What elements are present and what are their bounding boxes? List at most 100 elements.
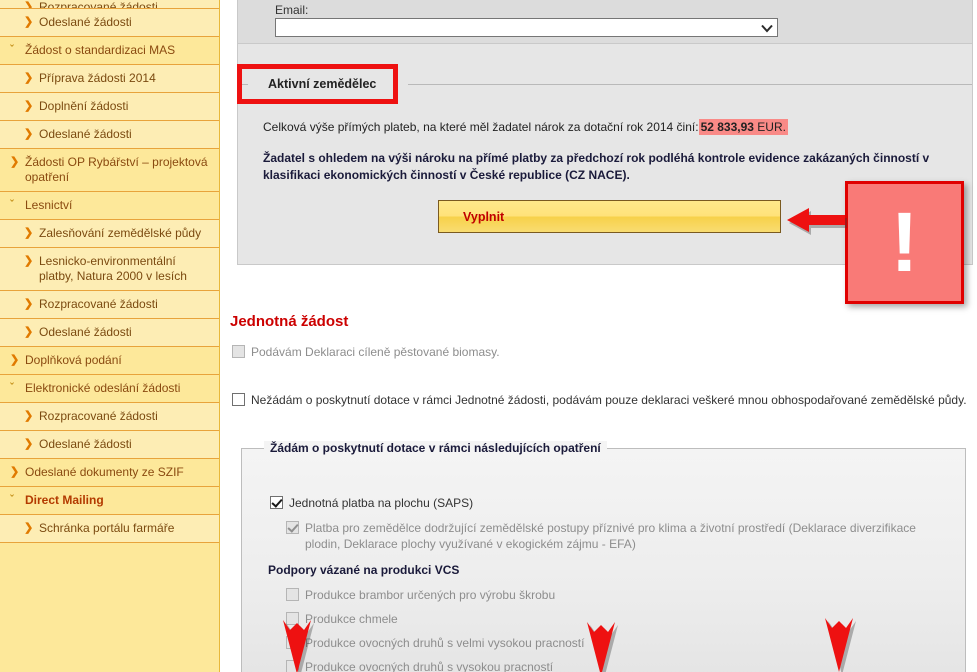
- sidebar-item-1[interactable]: ❯ Odeslané žádosti: [0, 9, 219, 37]
- sidebar-item-label: Direct Mailing: [25, 493, 104, 507]
- chevron-down-icon: ˇ: [10, 44, 14, 56]
- sidebar-item-6[interactable]: ❯ Žádosti OP Rybářství – projektová opatř…: [0, 149, 219, 192]
- amount-highlight: 52 833,93 EUR.: [698, 119, 788, 135]
- sidebar-item-label: Žádost o standardizaci MAS: [25, 43, 176, 57]
- greening-label: Platba pro zemědělce dodržující zeměděls…: [305, 521, 916, 551]
- sidebar-item-11[interactable]: ❯ Odeslané žádosti: [0, 319, 219, 347]
- no-subsidy-row[interactable]: Nežádám o poskytnutí dotace v rámci Jedn…: [232, 392, 967, 408]
- sidebar-item-label: Rozpracované žádosti: [39, 297, 158, 311]
- greening-checkbox: [286, 521, 299, 534]
- biomass-declaration-checkbox: [232, 345, 245, 358]
- sidebar-item-14[interactable]: ❯ Rozpracované žádosti: [0, 403, 219, 431]
- measures-legend: Žádám o poskytnutí dotace v rámci násled…: [264, 441, 607, 455]
- biomass-declaration-row[interactable]: Podávám Deklaraci cíleně pěstované bioma…: [232, 344, 500, 360]
- chevron-right-icon: ❯: [24, 1, 34, 9]
- sidebar-item-label: Odeslané dokumenty ze SZIF: [25, 465, 184, 479]
- saps-checkbox[interactable]: [270, 496, 283, 509]
- sidebar-item-5[interactable]: ❯ Odeslané žádosti: [0, 121, 219, 149]
- chevron-right-icon: ❯: [10, 354, 20, 366]
- vcs-label-0: Produkce brambor určených pro výrobu škr…: [305, 588, 556, 602]
- sidebar-item-13[interactable]: ˇ Elektronické odeslání žádosti: [0, 375, 219, 403]
- chevron-right-icon: ❯: [24, 438, 34, 450]
- sidebar-item-label: Doplňková podání: [25, 353, 122, 367]
- chevron-right-icon: ❯: [24, 16, 34, 28]
- sidebar-item-label: Odeslané žádosti: [39, 127, 132, 141]
- arrow-down-icon-2: [583, 622, 619, 672]
- chevron-right-icon: ❯: [24, 128, 34, 140]
- main-content: Email: Aktivní zemědělec Celková výše př…: [220, 0, 977, 672]
- sidebar-item-16[interactable]: ❯ Odeslané dokumenty ze SZIF: [0, 459, 219, 487]
- sidebar-item-12[interactable]: ❯ Doplňková podání: [0, 347, 219, 375]
- sidebar-item-label: Elektronické odeslání žádosti: [25, 381, 181, 395]
- sidebar-item-label: Lesnictví: [25, 198, 73, 212]
- nace-warning-text: Žadatel s ohledem na výši nároku na přím…: [263, 151, 930, 182]
- amount-value: 52 833,93: [700, 120, 754, 134]
- sidebar-item-label: Příprava žádosti 2014: [39, 71, 156, 85]
- sidebar-item-18[interactable]: ❯ Schránka portálu farmáře: [0, 515, 219, 543]
- page-root: ❯ Rozpracované žádosti ❯ Odeslané žádosti ˇ Ž…: [0, 0, 977, 672]
- sidebar-item-label: Odeslané žádosti: [39, 437, 132, 451]
- sidebar-item-3[interactable]: ❯ Příprava žádosti 2014: [0, 65, 219, 93]
- chevron-right-icon: ❯: [10, 466, 20, 478]
- chevron-down-icon: ˇ: [10, 494, 14, 506]
- sidebar-item-9[interactable]: ❯ Lesnicko-environmentální platby, Natura…: [0, 248, 219, 291]
- chevron-right-icon: ❯: [24, 410, 34, 422]
- no-subsidy-label: Nežádám o poskytnutí dotace v rámci Jedn…: [251, 393, 967, 407]
- vcs-row-2[interactable]: Produkce ovocných druhů s velmi vysokou …: [286, 635, 584, 651]
- saps-label: Jednotná platba na plochu (SAPS): [289, 496, 474, 510]
- arrow-down-icon-1: [279, 620, 315, 672]
- sidebar-item-15[interactable]: ❯ Odeslané žádosti: [0, 431, 219, 459]
- greening-row: Platba pro zemědělce dodržující zeměděls…: [286, 520, 946, 552]
- sidebar-item-7[interactable]: ˇ Lesnictví: [0, 192, 219, 220]
- chevron-right-icon: ❯: [24, 326, 34, 338]
- exclamation-glyph: !: [890, 195, 919, 289]
- vcs-label-3: Produkce ovocných druhů s vysokou pracno…: [305, 660, 554, 672]
- arrow-left-icon: [785, 205, 847, 235]
- chevron-right-icon: ❯: [24, 72, 34, 84]
- sidebar-item-list: ❯ Rozpracované žádosti ❯ Odeslané žádosti ˇ Ž…: [0, 0, 219, 543]
- sidebar-item-10[interactable]: ❯ Rozpracované žádosti: [0, 291, 219, 319]
- exclamation-annotation: !: [845, 181, 964, 304]
- sidebar-item-8[interactable]: ❯ Zalesňování zemědělské půdy: [0, 220, 219, 248]
- sidebar-item-label: Lesnicko-environmentální platby, Natura …: [39, 254, 187, 283]
- single-application-title: Jednotná žádost: [230, 313, 349, 330]
- summary-prefix: Celková výše přímých plateb, na které mě…: [263, 120, 699, 134]
- sidebar-item-label: Rozpracované žádosti: [39, 0, 158, 9]
- email-panel: Email:: [237, 0, 973, 44]
- sidebar-item-label: Zalesňování zemědělské půdy: [39, 226, 202, 240]
- sidebar-item-label: Schránka portálu farmáře: [39, 521, 175, 535]
- sidebar-item-17[interactable]: ˇ Direct Mailing: [0, 487, 219, 515]
- sidebar-item-label: Doplnění žádosti: [39, 99, 129, 113]
- sidebar-navigation: ❯ Rozpracované žádosti ❯ Odeslané žádosti ˇ Ž…: [0, 0, 220, 672]
- sidebar-item-label: Žádosti OP Rybářství – projektová opatře…: [25, 155, 208, 184]
- direct-payments-summary: Celková výše přímých plateb, na které mě…: [263, 119, 788, 135]
- saps-row[interactable]: Jednotná platba na plochu (SAPS): [270, 495, 473, 511]
- chevron-right-icon: ❯: [24, 227, 34, 239]
- vcs-group-title: Podpory vázané na produkci VCS: [268, 563, 460, 577]
- chevron-down-icon: ˇ: [10, 382, 14, 394]
- sidebar-item-label: Rozpracované žádosti: [39, 409, 158, 423]
- chevron-right-icon: ❯: [10, 156, 20, 168]
- chevron-down-icon: ˇ: [10, 199, 14, 211]
- amount-currency: EUR.: [757, 120, 786, 134]
- biomass-declaration-label: Podávám Deklaraci cíleně pěstované bioma…: [251, 345, 500, 359]
- vcs-checkbox-0: [286, 588, 299, 601]
- vcs-label-2: Produkce ovocných druhů s velmi vysokou …: [305, 636, 585, 650]
- chevron-right-icon: ❯: [24, 255, 34, 267]
- sidebar-item-2[interactable]: ˇ Žádost o standardizaci MAS: [0, 37, 219, 65]
- sidebar-item-label: Odeslané žádosti: [39, 15, 132, 29]
- email-select[interactable]: [275, 18, 778, 37]
- chevron-right-icon: ❯: [24, 522, 34, 534]
- no-subsidy-checkbox[interactable]: [232, 393, 245, 406]
- chevron-right-icon: ❯: [24, 298, 34, 310]
- sidebar-item-4[interactable]: ❯ Doplnění žádosti: [0, 93, 219, 121]
- chevron-right-icon: ❯: [24, 100, 34, 112]
- fill-in-button[interactable]: Vyplnit: [438, 200, 781, 233]
- arrow-down-icon-3: [821, 618, 857, 672]
- vcs-row-3[interactable]: Produkce ovocných druhů s vysokou pracno…: [286, 659, 553, 672]
- sidebar-item-0[interactable]: ❯ Rozpracované žádosti: [0, 0, 219, 9]
- vcs-row-0[interactable]: Produkce brambor určených pro výrobu škr…: [286, 587, 555, 603]
- sidebar-item-label: Odeslané žádosti: [39, 325, 132, 339]
- sidebar-empty-area: [0, 543, 219, 672]
- email-label: Email:: [275, 3, 309, 17]
